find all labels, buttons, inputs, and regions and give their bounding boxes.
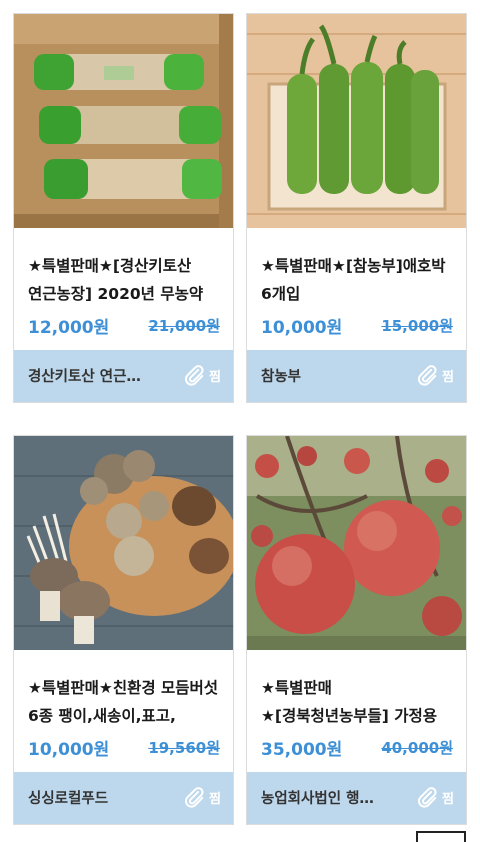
apple-tree-image <box>247 436 466 650</box>
product-card[interactable]: ★특별판매★[경북청년농부들] 가정용 10키로 38과 ~ 35,000원 4… <box>246 435 467 825</box>
wish-button[interactable]: 찜 <box>183 784 221 810</box>
paperclip-icon <box>185 365 204 386</box>
product-title[interactable]: ★특별판매★[경북청년농부들] 가정용 10키로 38과 ~ <box>261 674 457 730</box>
product-image[interactable] <box>14 436 233 650</box>
product-card[interactable]: ★특별판매★친환경 모듬버섯 6종 팽이,새송이,표고, 10,000원 19,… <box>13 435 234 825</box>
product-title[interactable]: ★특별판매★[참농부]애호박 6개입 <box>261 252 457 308</box>
product-card[interactable]: ★특별판매★[경산키토산 연근농장] 2020년 무농약 12,000원 21,… <box>13 13 234 403</box>
card-footer: 참농부 찜 <box>247 350 466 402</box>
sale-price: 10,000원 <box>261 318 343 338</box>
seller-name[interactable]: 싱싱로컬푸드 <box>28 787 168 808</box>
card-footer: 싱싱로컬푸드 찜 <box>14 772 233 824</box>
product-card[interactable]: ★특별판매★[참농부]애호박 6개입 10,000원 15,000원 참농부 찜 <box>246 13 467 403</box>
sale-price: 35,000원 <box>261 740 343 760</box>
seller-name[interactable]: 참농부 <box>261 365 401 386</box>
sale-price: 12,000원 <box>28 318 110 338</box>
original-price: 21,000원 <box>148 317 220 335</box>
sale-price: 10,000원 <box>28 740 110 760</box>
original-price: 19,560원 <box>148 739 220 757</box>
product-title[interactable]: ★특별판매★친환경 모듬버섯 6종 팽이,새송이,표고, <box>28 674 224 730</box>
original-price: 15,000원 <box>381 317 453 335</box>
scroll-top-button[interactable] <box>416 831 466 842</box>
wish-label: 찜 <box>442 369 454 385</box>
paperclip-icon <box>418 365 437 386</box>
seller-name[interactable]: 경산키토산 연근… <box>28 365 168 386</box>
card-footer: 농업회사법인 행… 찜 <box>247 772 466 824</box>
product-image[interactable] <box>247 14 466 228</box>
wish-button[interactable]: 찜 <box>416 784 454 810</box>
seller-name[interactable]: 농업회사법인 행… <box>261 787 401 808</box>
wish-label: 찜 <box>209 369 221 385</box>
product-image[interactable] <box>247 436 466 650</box>
wish-button[interactable]: 찜 <box>183 362 221 388</box>
wish-label: 찜 <box>442 791 454 807</box>
paperclip-icon <box>185 787 204 808</box>
mushroom-assortment-image <box>14 436 233 650</box>
wish-button[interactable]: 찜 <box>416 362 454 388</box>
product-image[interactable] <box>14 14 233 228</box>
card-footer: 경산키토산 연근… 찜 <box>14 350 233 402</box>
wish-label: 찜 <box>209 791 221 807</box>
paperclip-icon <box>418 787 437 808</box>
zucchini-tray-image <box>247 14 466 228</box>
product-title[interactable]: ★특별판매★[경산키토산 연근농장] 2020년 무농약 <box>28 252 224 308</box>
original-price: 40,000원 <box>381 739 453 757</box>
lotus-root-box-image <box>14 14 233 228</box>
